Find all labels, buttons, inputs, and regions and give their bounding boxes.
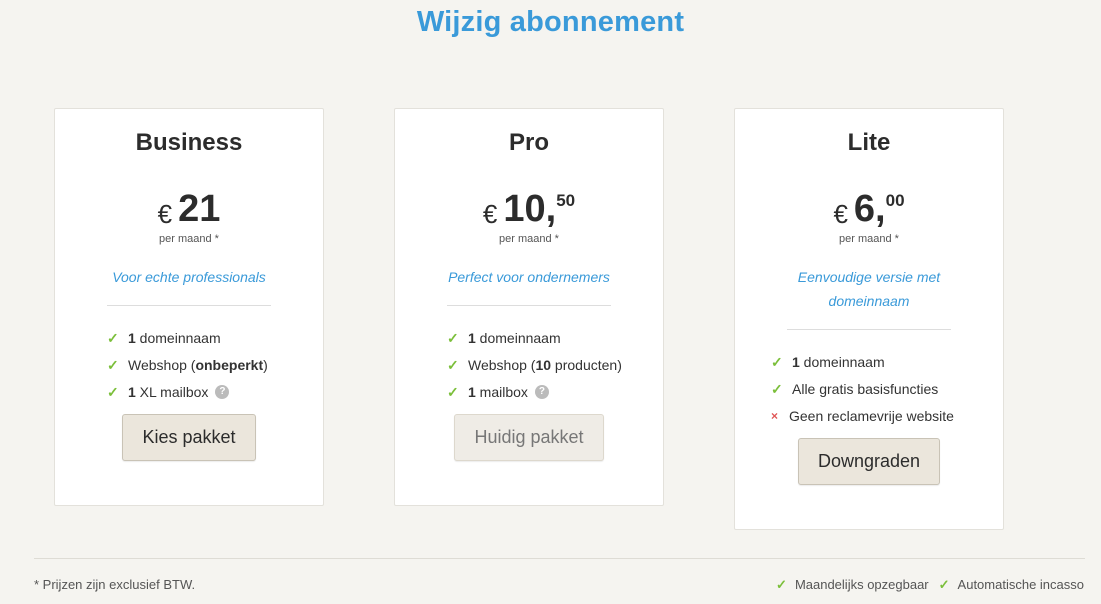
feature-item: ✓ 1 domeinnaam	[447, 330, 561, 346]
divider	[107, 305, 271, 306]
plan-name: Pro	[508, 129, 549, 156]
footer-feature: ✓ Maandelijks opzegbaar	[776, 577, 929, 592]
footer-divider	[34, 558, 1085, 559]
price-cents: 00	[885, 191, 905, 210]
price-cents: 50	[556, 191, 576, 210]
feature-list: ✓ 1 domeinnaam ✓ Webshop (10 producten) …	[447, 328, 663, 409]
currency-symbol: €	[157, 199, 173, 229]
feature-item: ✓ 1 mailbox ?	[447, 382, 663, 409]
plan-card-lite: Lite € 6, 00 per maand * Eenvoudige vers…	[734, 108, 1004, 530]
price-main: 21	[178, 188, 221, 230]
plan-card-business: Business € 21 per maand * Voor echte pro…	[54, 108, 324, 506]
feature-item: ✓ Alle gratis basisfuncties	[771, 381, 939, 397]
plan-price: € 10, 50	[395, 187, 663, 231]
currency-symbol: €	[482, 199, 498, 229]
feature-item: ✓ 1 domeinnaam	[107, 330, 221, 346]
feature-item: ✓ Webshop (10 producten)	[447, 357, 622, 373]
check-icon: ✓	[776, 577, 787, 592]
help-icon[interactable]: ?	[215, 385, 230, 399]
per-month-label: per maand *	[839, 233, 899, 245]
check-icon: ✓	[771, 354, 783, 370]
divider	[787, 329, 951, 330]
downgrade-button[interactable]: Downgraden	[797, 438, 941, 485]
plan-card-pro: Pro € 10, 50 per maand * Perfect voor on…	[394, 108, 664, 506]
price-main: 6,	[853, 188, 886, 230]
divider	[447, 305, 611, 306]
price-main: 10,	[503, 188, 557, 230]
choose-plan-button[interactable]: Kies pakket	[122, 414, 256, 461]
feature-item: ✓ 1 XL mailbox ?	[107, 382, 323, 409]
footer-feature: ✓ Automatische incasso	[938, 577, 1084, 592]
check-icon: ✓	[107, 330, 119, 346]
check-icon: ✓	[107, 357, 119, 373]
vat-footnote: * Prijzen zijn exclusief BTW.	[34, 577, 196, 592]
plan-name: Lite	[847, 129, 891, 156]
feature-list: ✓ 1 domeinnaam ✓ Webshop (onbeperkt) ✓ 1…	[107, 328, 323, 409]
current-plan-button[interactable]: Huidig pakket	[454, 414, 604, 461]
plan-name: Business	[135, 129, 243, 156]
per-month-label: per maand *	[499, 233, 559, 245]
feature-item: × Geen reclamevrije website	[771, 408, 954, 424]
check-icon: ✓	[447, 384, 459, 400]
feature-list: ✓ 1 domeinnaam ✓ Alle gratis basisfuncti…	[771, 352, 1003, 433]
plan-price: € 21	[55, 187, 323, 231]
per-month-label: per maand *	[159, 233, 219, 245]
check-icon: ✓	[447, 330, 459, 346]
feature-item: ✓ Webshop (onbeperkt)	[107, 357, 268, 373]
footer-features: ✓ Maandelijks opzegbaar ✓ Automatische inc…	[776, 577, 1084, 593]
plan-tagline: Perfect voor ondernemers	[448, 269, 610, 285]
cross-icon: ×	[771, 409, 779, 423]
plan-price: € 6, 00	[735, 187, 1003, 231]
plan-tagline: Eenvoudige versie met domeinnaam	[797, 269, 941, 309]
page-title: Wijzig abonnement	[416, 6, 685, 38]
check-icon: ✓	[938, 577, 950, 592]
check-icon: ✓	[107, 384, 119, 400]
check-icon: ✓	[771, 381, 783, 397]
plan-tagline: Voor echte professionals	[112, 269, 266, 285]
help-icon[interactable]: ?	[534, 385, 549, 399]
check-icon: ✓	[447, 357, 459, 373]
feature-item: ✓ 1 domeinnaam	[771, 354, 885, 370]
currency-symbol: €	[833, 199, 848, 229]
